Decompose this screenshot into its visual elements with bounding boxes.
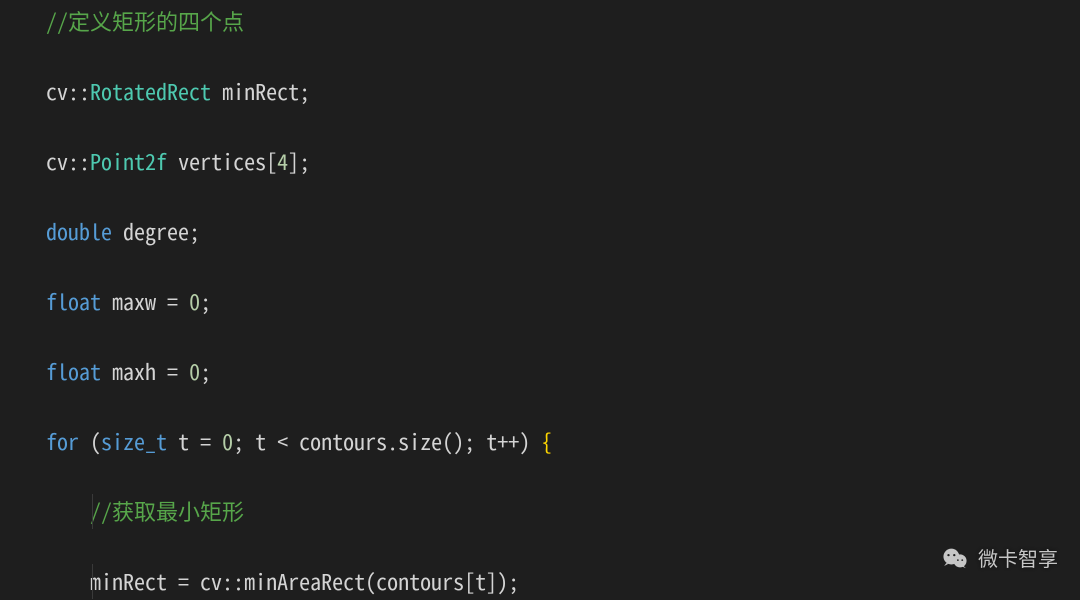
code-line: cv::Point2f vertices[4];: [0, 144, 1080, 179]
code-block: //定义矩形的四个点 cv::RotatedRect minRect; cv::…: [0, 0, 1080, 600]
comment: //定义矩形的四个点: [46, 5, 244, 37]
watermark: 微卡智享: [942, 543, 1058, 572]
code-line: float maxh = 0;: [0, 354, 1080, 389]
code-line: for (size_t t = 0; t < contours.size(); …: [0, 424, 1080, 459]
wechat-icon: [942, 547, 968, 569]
code-line: //定义矩形的四个点: [0, 4, 1080, 39]
code-line: double degree;: [0, 214, 1080, 249]
code-line: float maxw = 0;: [0, 284, 1080, 319]
code-line: minRect = cv::minAreaRect(contours[t]);: [0, 564, 1080, 599]
watermark-text: 微卡智享: [978, 543, 1058, 572]
code-line: cv::RotatedRect minRect;: [0, 74, 1080, 109]
comment: //获取最小矩形: [90, 495, 244, 527]
code-line: //获取最小矩形: [0, 494, 1080, 529]
